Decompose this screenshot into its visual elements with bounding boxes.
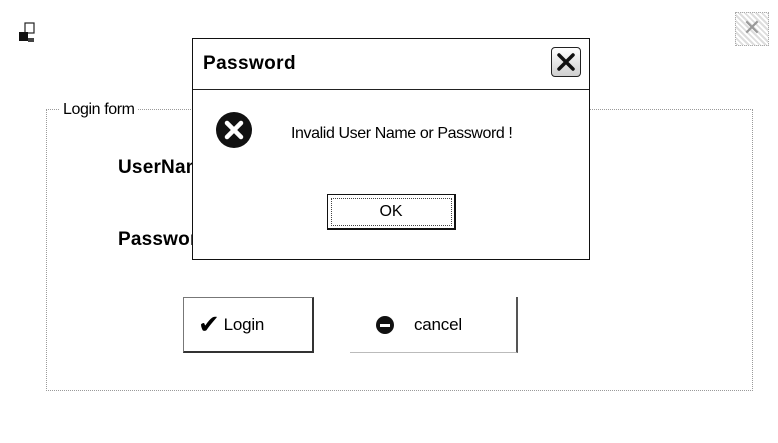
close-icon [557,53,575,71]
stop-icon [376,315,394,334]
window-close-button[interactable]: ✕ [735,12,769,46]
login-button[interactable]: ✔ Login [183,297,314,353]
checkmark-icon: ✔ [198,309,220,340]
password-error-dialog: Password Invalid User Name or Password !… [192,38,590,260]
cancel-button-label: cancel [414,314,462,334]
ok-button[interactable]: OK [327,194,456,230]
dialog-close-button[interactable] [551,47,581,77]
password-label: Password [118,229,196,250]
username-label: UserName [118,157,196,178]
error-icon [216,112,252,148]
dialog-title: Password [203,53,296,74]
login-form-group-label: Login form [60,101,138,119]
dialog-title-separator [193,89,589,90]
close-icon: ✕ [742,16,762,41]
login-button-label: Login [223,314,265,334]
dialog-message: Invalid User Name or Password ! [291,125,513,142]
app-window-icon [19,22,35,42]
cancel-button[interactable]: cancel [350,297,518,353]
